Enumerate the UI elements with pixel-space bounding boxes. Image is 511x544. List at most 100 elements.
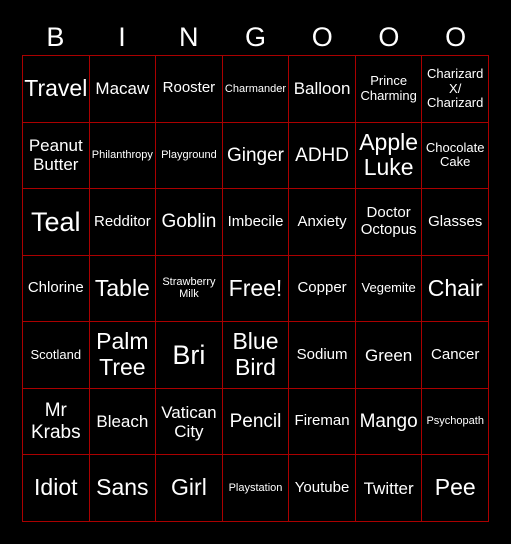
- header-letter: B: [46, 22, 65, 52]
- bingo-cell-label: Ginger: [226, 144, 284, 166]
- bingo-cell-label: Sans: [96, 474, 149, 501]
- bingo-cell-label: Scotland: [30, 346, 82, 362]
- header-letter: G: [244, 22, 266, 52]
- bingo-cell[interactable]: Table: [89, 255, 157, 323]
- bingo-cell-label: Chlorine: [27, 279, 84, 297]
- bingo-cell[interactable]: Cancer: [422, 322, 489, 389]
- bingo-cell[interactable]: Doctor Octopus: [355, 189, 423, 256]
- bingo-cell[interactable]: Blue Bird: [222, 322, 290, 389]
- bingo-cell[interactable]: Vegemite: [355, 255, 423, 323]
- bingo-cell[interactable]: Peanut Butter: [23, 122, 90, 190]
- bingo-cell[interactable]: Imbecile: [222, 189, 290, 256]
- bingo-cell[interactable]: Fireman: [289, 388, 356, 456]
- bingo-cell[interactable]: Anxiety: [289, 189, 356, 256]
- bingo-cell-label: Charizard X/ Charizard: [427, 65, 484, 111]
- header-letter: O: [378, 22, 400, 52]
- bingo-cell[interactable]: Chocolate Cake: [422, 122, 489, 190]
- bingo-cell[interactable]: Girl: [156, 455, 223, 522]
- bingo-cell[interactable]: Mango: [355, 388, 423, 456]
- bingo-cell-label: Playground: [161, 149, 217, 162]
- bingo-cell[interactable]: ADHD: [289, 122, 356, 190]
- bingo-cell[interactable]: Charmander: [222, 56, 290, 123]
- bingo-cell[interactable]: Glasses: [422, 189, 489, 256]
- bingo-cell-label: Psychopath: [426, 415, 484, 428]
- bingo-cell[interactable]: Strawberry Milk: [156, 255, 223, 323]
- bingo-cell-label: Pencil: [229, 411, 282, 432]
- bingo-cell-label: Glasses: [428, 212, 483, 230]
- bingo-cell-label: Youtube: [294, 478, 350, 496]
- header-letter: I: [118, 22, 126, 52]
- bingo-cell-label: Copper: [297, 279, 347, 297]
- bingo-cell-label: Chocolate Cake: [425, 139, 485, 170]
- bingo-cell-label: Green: [365, 345, 413, 365]
- bingo-cell-free[interactable]: Free!: [222, 255, 290, 323]
- bingo-cell-label: Imbecile: [227, 212, 284, 230]
- bingo-cell-label: Charmander: [224, 82, 287, 95]
- bingo-cell-label: Philanthropy: [91, 149, 153, 162]
- bingo-cell[interactable]: Scotland: [23, 322, 90, 389]
- bingo-cell[interactable]: Mr Krabs: [23, 388, 90, 456]
- bingo-cell-label: Macaw: [95, 79, 150, 99]
- bingo-cell[interactable]: Twitter: [355, 455, 423, 522]
- bingo-cell-label: Travel: [24, 74, 88, 101]
- bingo-cell-label: Bleach: [96, 412, 149, 432]
- bingo-cell[interactable]: Ginger: [222, 122, 290, 190]
- bingo-cell-label: Palm Tree: [96, 328, 149, 381]
- bingo-cell[interactable]: Palm Tree: [89, 322, 157, 389]
- header-letter: O: [311, 22, 333, 52]
- bingo-cell[interactable]: Sodium: [289, 322, 356, 389]
- bingo-cell[interactable]: Prince Charming: [355, 56, 423, 123]
- bingo-cell[interactable]: Youtube: [289, 455, 356, 522]
- bingo-cell-label: Doctor Octopus: [360, 204, 417, 238]
- bingo-cell[interactable]: Copper: [289, 255, 356, 323]
- bingo-cell[interactable]: Green: [355, 322, 423, 389]
- bingo-cell[interactable]: Bleach: [89, 388, 157, 456]
- bingo-header: B I N G O O O: [22, 20, 489, 54]
- bingo-cell-label: Table: [94, 274, 150, 301]
- bingo-cell-label: Cancer: [431, 345, 480, 363]
- bingo-cell[interactable]: Philanthropy: [89, 122, 157, 190]
- header-letter: O: [445, 22, 467, 52]
- bingo-cell[interactable]: Charizard X/ Charizard: [422, 56, 489, 123]
- bingo-cell-label: Playstation: [228, 482, 283, 495]
- bingo-cell-label: Fireman: [294, 412, 350, 430]
- bingo-cell[interactable]: Idiot: [23, 455, 90, 522]
- bingo-cell[interactable]: Travel: [23, 56, 90, 123]
- bingo-cell-label: Prince Charming: [360, 73, 417, 103]
- bingo-board: Travel Macaw Rooster Charmander Balloon Princ…: [22, 55, 489, 522]
- bingo-cell-label: Goblin: [161, 211, 217, 233]
- bingo-cell-label: Girl: [171, 474, 207, 501]
- bingo-cell[interactable]: Balloon: [289, 56, 356, 123]
- bingo-cell[interactable]: Chlorine: [23, 255, 90, 323]
- bingo-cell[interactable]: Pencil: [222, 388, 290, 456]
- bingo-cell-label: Mr Krabs: [30, 400, 81, 443]
- bingo-cell[interactable]: Bri: [156, 322, 223, 389]
- bingo-cell[interactable]: Playground: [156, 122, 223, 190]
- bingo-cell-label: Rooster: [162, 79, 216, 97]
- bingo-cell-label: Mango: [359, 411, 418, 432]
- bingo-cell-label: Apple Luke: [359, 128, 419, 181]
- bingo-cell-label: Teal: [31, 206, 81, 237]
- bingo-cell[interactable]: Teal: [23, 189, 90, 256]
- bingo-cell[interactable]: Pee: [422, 455, 489, 522]
- bingo-cell-label: Anxiety: [297, 212, 347, 230]
- bingo-cell-label: Vatican City: [161, 402, 217, 441]
- bingo-cell-label: Idiot: [34, 474, 78, 501]
- bingo-cell[interactable]: Rooster: [156, 56, 223, 123]
- bingo-cell-label: Blue Bird: [232, 328, 279, 381]
- bingo-cell[interactable]: Goblin: [156, 189, 223, 256]
- bingo-cell-label: Redditor: [94, 212, 151, 230]
- bingo-cell[interactable]: Psychopath: [422, 388, 489, 456]
- bingo-cell[interactable]: Playstation: [222, 455, 290, 522]
- bingo-cell[interactable]: Sans: [89, 455, 157, 522]
- bingo-cell-label: Sodium: [296, 345, 348, 363]
- bingo-cell[interactable]: Chair: [422, 255, 489, 323]
- bingo-cell[interactable]: Apple Luke: [355, 122, 423, 190]
- bingo-cell-label: Twitter: [363, 478, 414, 498]
- bingo-cell[interactable]: Vatican City: [156, 388, 223, 456]
- bingo-cell-label: Bri: [172, 339, 206, 370]
- bingo-cell[interactable]: Redditor: [89, 189, 157, 256]
- bingo-cell-label: Chair: [427, 274, 483, 301]
- header-letter: N: [179, 22, 199, 52]
- bingo-cell[interactable]: Macaw: [89, 56, 157, 123]
